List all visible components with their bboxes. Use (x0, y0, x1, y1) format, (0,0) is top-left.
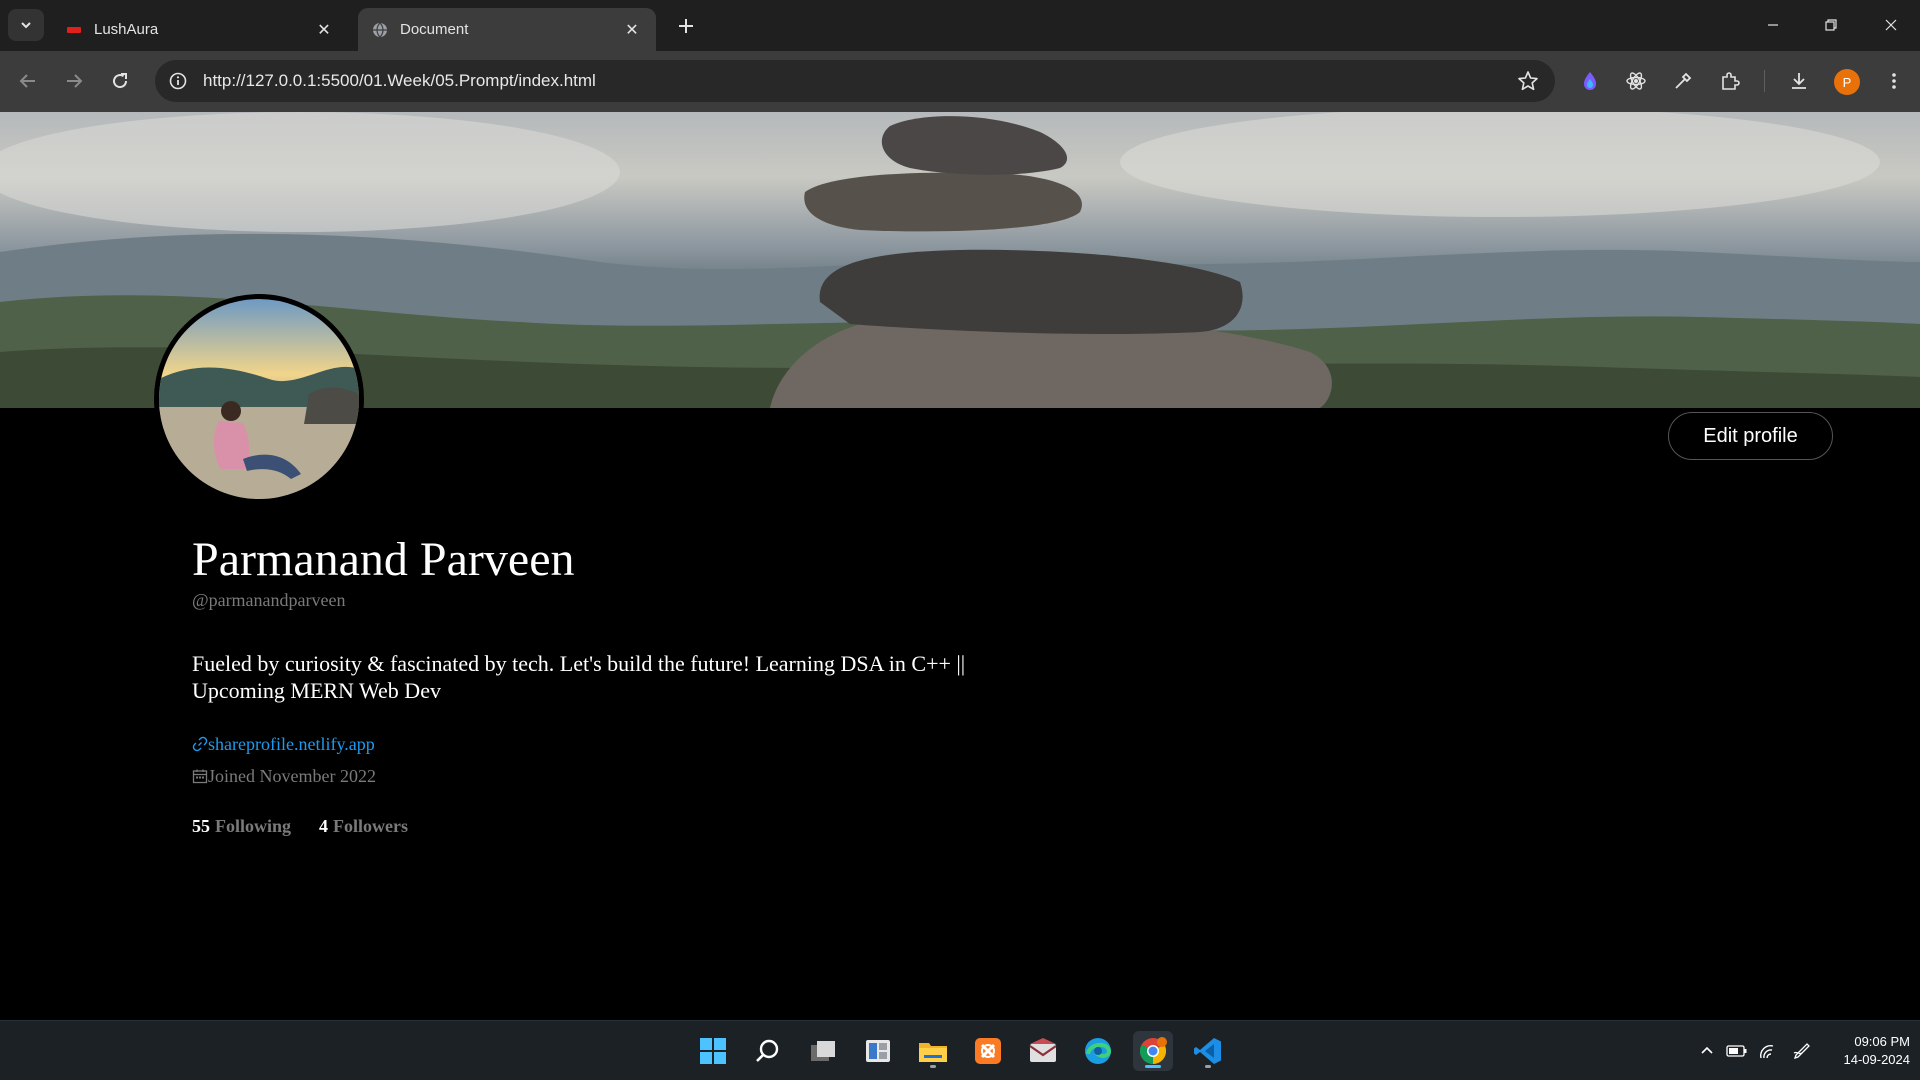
downloads-icon[interactable] (1785, 67, 1813, 95)
browser-toolbar: http://127.0.0.1:5500/01.Week/05.Prompt/… (0, 51, 1920, 112)
clock-time: 09:06 PM (1854, 1034, 1910, 1049)
profile-bio: Fueled by curiosity & fascinated by tech… (192, 651, 966, 703)
menu-kebab-icon[interactable] (1880, 67, 1908, 95)
windows-taskbar: 09:06 PM 14-09-2024 (0, 1020, 1920, 1080)
bookmark-star-icon[interactable] (1517, 70, 1539, 92)
profile-name: Parmanand Parveen (192, 533, 575, 586)
back-icon[interactable] (12, 65, 44, 97)
minimize-icon[interactable] (1750, 8, 1796, 42)
file-explorer-icon[interactable] (913, 1031, 953, 1071)
show-hidden-icons-icon[interactable] (1695, 1039, 1719, 1063)
chrome-icon[interactable] (1133, 1031, 1173, 1071)
search-icon[interactable] (748, 1031, 788, 1071)
tab-close-icon[interactable]: ✕ (314, 20, 334, 40)
wifi-icon[interactable] (1755, 1039, 1779, 1063)
battery-icon[interactable] (1725, 1039, 1749, 1063)
clock-date: 14-09-2024 (1843, 1052, 1911, 1067)
reload-icon[interactable] (104, 65, 136, 97)
calendar-icon (192, 768, 208, 784)
task-view-icon[interactable] (803, 1031, 843, 1071)
profile-handle: @parmanandparveen (192, 590, 346, 610)
profile-avatar-button[interactable]: P (1834, 69, 1860, 95)
vscode-icon[interactable] (1188, 1031, 1228, 1071)
following-stat[interactable]: 55 Following (192, 816, 291, 837)
followers-label: Followers (333, 816, 408, 836)
tab-label: LushAura (94, 21, 159, 38)
forward-icon[interactable] (58, 65, 90, 97)
globe-favicon-icon (372, 22, 388, 38)
tab-close-icon[interactable]: ✕ (622, 20, 642, 40)
url-text[interactable]: http://127.0.0.1:5500/01.Week/05.Prompt/… (203, 71, 596, 91)
window-close-icon[interactable] (1868, 8, 1914, 42)
new-tab-icon[interactable] (672, 12, 700, 40)
profile-joined-row: Joined November 2022 (192, 764, 376, 788)
toolbar-divider (1764, 70, 1765, 92)
profile-website-link[interactable]: shareprofile.netlify.app (208, 734, 375, 755)
taskbar-clock[interactable]: 09:06 PM 14-09-2024 (1818, 1033, 1911, 1069)
windows-start-icon[interactable] (693, 1031, 733, 1071)
following-label: Following (215, 816, 292, 836)
followers-stat[interactable]: 4 Followers (319, 816, 408, 837)
address-bar[interactable]: http://127.0.0.1:5500/01.Week/05.Prompt/… (155, 60, 1555, 102)
react-devtools-icon[interactable] (1622, 67, 1650, 95)
site-info-icon[interactable] (167, 70, 189, 92)
mail-icon[interactable] (1023, 1031, 1063, 1071)
color-picker-icon[interactable] (1669, 67, 1697, 95)
extensions-puzzle-icon[interactable] (1716, 67, 1744, 95)
tab-label: Document (400, 21, 469, 38)
tab-search-icon[interactable] (8, 9, 44, 41)
pen-ink-icon[interactable] (1790, 1039, 1814, 1063)
profile-joined-text: Joined November 2022 (208, 765, 376, 786)
active-indicator (1145, 1065, 1161, 1068)
profile-avatar[interactable] (154, 294, 364, 504)
edit-profile-button[interactable]: Edit profile (1668, 412, 1833, 460)
lushaura-favicon-icon (66, 22, 82, 38)
edge-icon[interactable] (1078, 1031, 1118, 1071)
followers-count: 4 (319, 816, 329, 836)
tab-document[interactable]: Document ✕ (358, 8, 656, 51)
profile-stats: 55 Following 4 Followers (192, 816, 436, 837)
following-count: 55 (192, 816, 210, 836)
browser-tab-bar: LushAura ✕ Document ✕ (0, 0, 1920, 51)
xampp-icon[interactable] (968, 1031, 1008, 1071)
tab-lushaura[interactable]: LushAura ✕ (52, 8, 348, 51)
profile-page: Edit profile Parmanand Parveen @parmanan… (0, 112, 1920, 1020)
running-indicator (930, 1065, 936, 1068)
running-indicator (1205, 1065, 1211, 1068)
restore-icon[interactable] (1808, 8, 1854, 42)
widgets-icon[interactable] (858, 1031, 898, 1071)
link-icon (192, 736, 208, 752)
extension-gradient-icon[interactable] (1576, 67, 1604, 95)
profile-website-row[interactable]: shareprofile.netlify.app (192, 732, 375, 756)
